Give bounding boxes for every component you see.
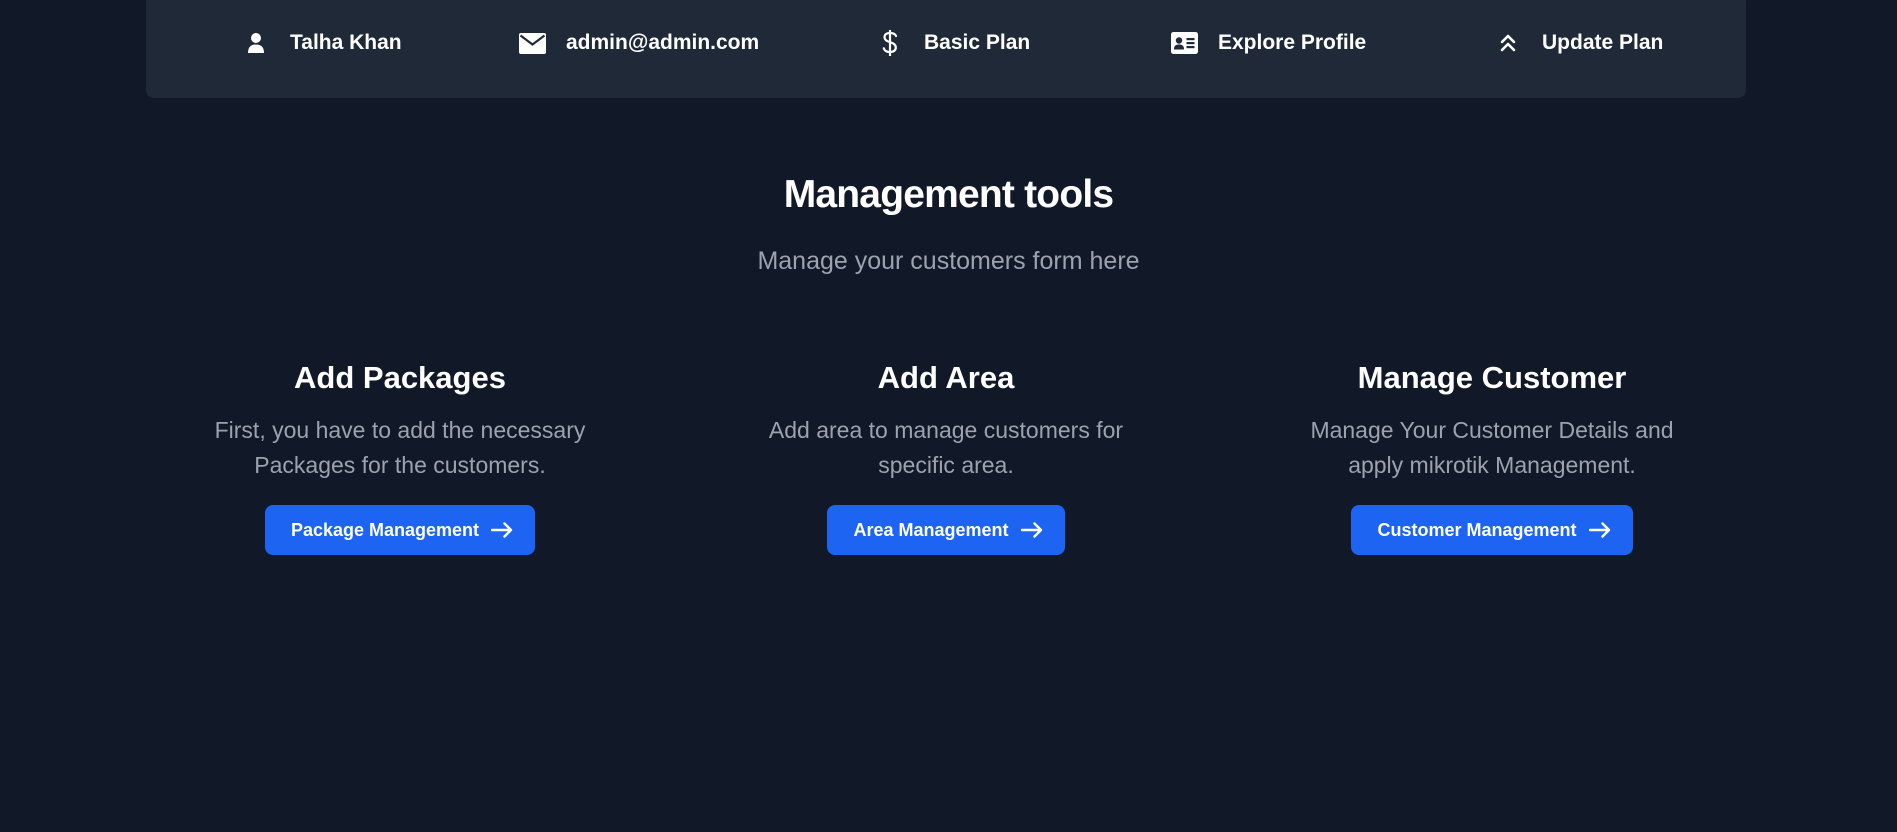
customer-management-button[interactable]: Customer Management bbox=[1351, 505, 1633, 555]
topbar-item-explore-profile[interactable]: Explore Profile bbox=[1170, 23, 1366, 63]
button-label: Customer Management bbox=[1377, 519, 1577, 540]
topbar-item-label: Talha Khan bbox=[290, 31, 402, 54]
button-label: Package Management bbox=[290, 519, 480, 540]
double-chevron-up-icon bbox=[1494, 29, 1522, 57]
card-manage-customer: Manage Customer Manage Your Customer Det… bbox=[1272, 355, 1712, 555]
area-management-button[interactable]: Area Management bbox=[827, 505, 1065, 555]
package-management-button[interactable]: Package Management bbox=[264, 505, 536, 555]
topbar-item-label: Update Plan bbox=[1542, 31, 1664, 54]
topbar-item-username[interactable]: Talha Khan bbox=[242, 23, 402, 63]
topbar-item-email[interactable]: admin@admin.com bbox=[518, 23, 759, 63]
topbar-item-label: Explore Profile bbox=[1218, 31, 1367, 54]
card-title: Add Packages bbox=[294, 360, 506, 395]
section-subtitle: Manage your customers form here bbox=[757, 247, 1140, 275]
topbar-item-update-plan[interactable]: Update Plan bbox=[1494, 23, 1663, 63]
arrow-right-icon bbox=[491, 522, 513, 538]
dollar-icon bbox=[876, 29, 904, 57]
envelope-icon bbox=[518, 29, 546, 57]
topbar-item-label: admin@admin.com bbox=[566, 31, 760, 54]
card-description: Manage Your Customer Details and apply m… bbox=[1310, 417, 1674, 478]
id-card-icon bbox=[1170, 29, 1198, 57]
card-title: Add Area bbox=[877, 360, 1015, 395]
button-label: Area Management bbox=[853, 519, 1009, 540]
user-icon bbox=[242, 29, 270, 57]
topbar-item-label: Basic Plan bbox=[924, 31, 1031, 54]
user-info-bar: Talha Khan admin@admin.com Basic Plan Ex… bbox=[146, 0, 1746, 98]
card-description: Add area to manage customers for specifi… bbox=[768, 417, 1124, 478]
arrow-right-icon bbox=[1020, 522, 1043, 538]
section-title: Management tools bbox=[783, 173, 1114, 216]
card-add-packages: Add Packages First, you have to add the … bbox=[180, 355, 620, 555]
card-description: First, you have to add the necessary Pac… bbox=[214, 417, 586, 478]
card-add-area: Add Area Add area to manage customers fo… bbox=[726, 355, 1166, 555]
topbar-item-plan[interactable]: Basic Plan bbox=[876, 23, 1030, 63]
arrow-right-icon bbox=[1588, 522, 1611, 538]
card-title: Manage Customer bbox=[1357, 360, 1627, 395]
